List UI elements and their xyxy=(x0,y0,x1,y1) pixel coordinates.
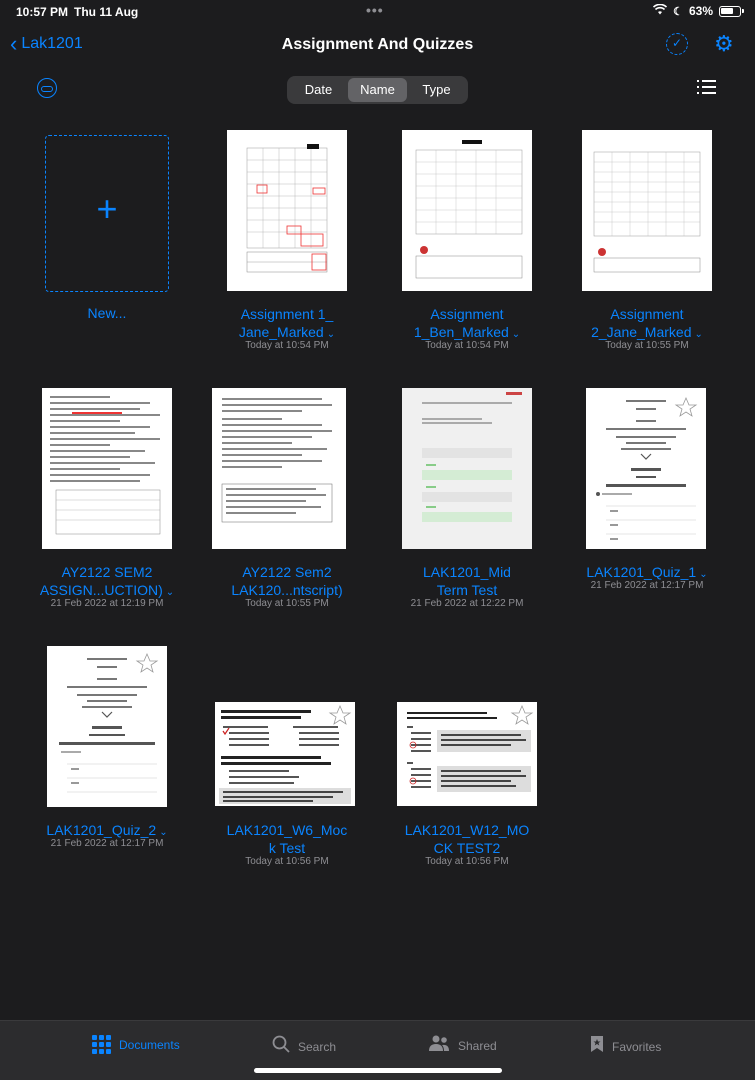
chevron-down-icon[interactable]: ⌄ xyxy=(166,587,174,598)
toolbar: Date Name Type xyxy=(0,74,755,104)
new-document-label: New... xyxy=(87,305,127,321)
status-bar: 10:57 PM Thu 11 Aug ••• ☾ 63% xyxy=(0,0,755,24)
sort-option-name[interactable]: Name xyxy=(348,78,407,102)
file-thumbnail xyxy=(402,388,532,549)
chevron-down-icon[interactable]: ⌄ xyxy=(327,329,335,340)
page-title: Assignment And Quizzes xyxy=(281,36,474,53)
search-icon xyxy=(272,1035,290,1058)
file-date: Today at 10:54 PM xyxy=(425,340,509,351)
multitasking-dots-icon[interactable]: ••• xyxy=(366,2,384,18)
status-date: Thu 11 Aug xyxy=(74,5,139,19)
file-date: Today at 10:56 PM xyxy=(425,856,509,867)
tab-search-label: Search xyxy=(298,1039,337,1054)
chevron-down-icon[interactable]: ⌄ xyxy=(695,329,703,340)
moon-icon: ☾ xyxy=(673,5,683,18)
status-time: 10:57 PM xyxy=(16,5,69,19)
file-name: LAK1201_W12_MO CK TEST2 xyxy=(404,822,530,856)
battery-icon xyxy=(719,5,744,17)
file-date: Today at 10:55 PM xyxy=(245,598,329,609)
navigation-bar: ‹ Lak1201 Assignment And Quizzes ✓ ⚙ xyxy=(0,30,755,60)
file-name: Assignment 1_Ben_Marked ⌄ xyxy=(413,306,521,340)
tab-search[interactable]: Search xyxy=(272,1035,336,1058)
file-date: 21 Feb 2022 at 12:22 PM xyxy=(410,598,524,609)
file-thumbnail xyxy=(402,130,532,291)
tab-shared[interactable]: Shared xyxy=(428,1035,497,1056)
gear-icon[interactable]: ⚙ xyxy=(714,31,734,57)
select-checkmark-icon[interactable]: ✓ xyxy=(666,33,688,55)
wifi-icon xyxy=(653,3,668,18)
tab-favorites-label: Favorites xyxy=(612,1039,662,1054)
chevron-down-icon[interactable]: ⌄ xyxy=(699,569,707,580)
file-date: 21 Feb 2022 at 12:17 PM xyxy=(50,838,164,849)
file-thumbnail xyxy=(42,388,172,549)
file-thumbnail xyxy=(212,388,346,549)
file-date: Today at 10:56 PM xyxy=(245,856,329,867)
file-thumbnail xyxy=(215,702,355,806)
file-name: LAK1201_Mid Term Test xyxy=(423,564,511,598)
file-thumbnail xyxy=(47,646,167,807)
file-date: 21 Feb 2022 at 12:17 PM xyxy=(590,580,704,591)
tab-documents[interactable]: Documents xyxy=(92,1035,180,1054)
file-thumbnail xyxy=(397,702,537,806)
file-date: 21 Feb 2022 at 12:19 PM xyxy=(50,598,164,609)
file-thumbnail xyxy=(227,130,347,291)
file-name: Assignment 1_ Jane_Marked ⌄ xyxy=(238,306,336,340)
sort-option-date[interactable]: Date xyxy=(289,78,348,102)
grid-icon xyxy=(92,1035,111,1054)
tab-favorites[interactable]: Favorites xyxy=(590,1035,661,1058)
file-name: Assignment 2_Jane_Marked ⌄ xyxy=(591,306,703,340)
battery-percent: 63% xyxy=(688,4,713,18)
sort-segmented-control: Date Name Type xyxy=(287,76,468,104)
plus-icon: + xyxy=(96,188,118,229)
chevron-down-icon[interactable]: ⌄ xyxy=(512,329,520,340)
home-indicator[interactable] xyxy=(254,1068,502,1073)
list-view-icon[interactable] xyxy=(697,80,716,96)
file-date: Today at 10:55 PM xyxy=(605,340,689,351)
shared-people-icon xyxy=(428,1035,450,1056)
file-thumbnail xyxy=(586,388,706,549)
tab-shared-label: Shared xyxy=(458,1038,497,1053)
chevron-down-icon[interactable]: ⌄ xyxy=(159,827,167,838)
sort-option-type[interactable]: Type xyxy=(407,78,466,102)
bookmark-star-icon xyxy=(590,1035,604,1058)
file-name: AY2122 Sem2 LAK120...ntscript) xyxy=(231,564,343,598)
file-name: LAK1201_W6_Moc k Test xyxy=(226,822,348,856)
file-date: Today at 10:54 PM xyxy=(245,340,329,351)
new-document-button[interactable]: + xyxy=(45,135,169,292)
file-name: AY2122 SEM2 ASSIGN...UCTION) ⌄ xyxy=(39,564,175,598)
tab-documents-label: Documents xyxy=(119,1037,180,1052)
cloud-icon[interactable] xyxy=(37,78,57,98)
file-thumbnail xyxy=(582,130,712,291)
